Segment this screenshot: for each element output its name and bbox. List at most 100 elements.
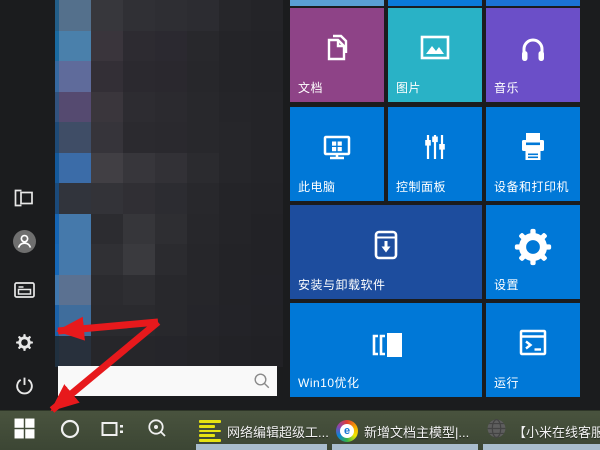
mosaic-cell (187, 305, 219, 336)
mosaic-cell (59, 274, 91, 306)
file-explorer-button[interactable] (0, 268, 48, 312)
mosaic-cell (123, 152, 155, 184)
windows-logo-icon (14, 418, 35, 444)
mosaic-cell (59, 61, 91, 92)
mosaic-cell (251, 274, 283, 306)
mosaic-cell (187, 213, 219, 245)
mosaic-cell (187, 0, 219, 31)
mosaic-cell (219, 274, 251, 306)
taskbar-active-underline (332, 444, 478, 450)
mosaic-cell (219, 152, 251, 184)
mosaic-cell (123, 244, 155, 275)
tile-music[interactable]: 音乐 (486, 8, 580, 102)
tile-documents[interactable]: 文档 (290, 8, 384, 102)
tile-partial-top[interactable] (486, 0, 580, 6)
tile-install-uninstall[interactable]: 安装与卸载软件 (290, 205, 482, 299)
expand-menu-button[interactable] (0, 176, 48, 220)
mosaic-cell (155, 305, 187, 336)
pictures-icon (388, 28, 482, 68)
cortana-circle-icon (60, 419, 80, 444)
mosaic-cell (59, 152, 91, 184)
mosaic-cell (59, 122, 91, 153)
taskbar-active-underline (483, 444, 600, 450)
tile-label: 音乐 (494, 81, 520, 95)
start-search-input[interactable] (58, 366, 277, 396)
bracket-app-icon (290, 323, 482, 367)
search-icon (253, 372, 271, 395)
mosaic-cell (123, 30, 155, 62)
gear-icon (486, 225, 580, 269)
mosaic-cell (59, 30, 91, 62)
mosaic-cell (187, 183, 219, 214)
user-account-button[interactable] (0, 219, 48, 263)
start-search-box (58, 366, 277, 396)
magnifier-icon (147, 418, 168, 444)
tile-run[interactable]: 运行 (486, 303, 580, 397)
mosaic-cell (123, 305, 155, 336)
blurred-app-list (55, 0, 283, 367)
mosaic-cell (59, 183, 91, 214)
tile-label: 图片 (396, 81, 422, 95)
power-button[interactable] (0, 363, 48, 407)
mosaic-cell (59, 91, 91, 123)
mosaic-cell (251, 152, 283, 184)
tile-control-panel[interactable]: 控制面板 (388, 107, 482, 201)
mosaic-cell (187, 274, 219, 306)
magnifier-button[interactable] (139, 411, 175, 450)
computer-icon (290, 127, 384, 167)
mosaic-cell (155, 274, 187, 306)
tile-label: 运行 (494, 376, 520, 390)
mosaic-cell (91, 61, 123, 92)
mosaic-cell (123, 91, 155, 123)
start-menu-panel: 文档 图片 音乐此电脑 控制面板 设备和打印机安装与卸载软件 设置 Win10优化 运行 (0, 0, 600, 410)
tile-settings[interactable]: 设置 (486, 205, 580, 299)
mosaic-cell (219, 30, 251, 62)
mosaic-cell (219, 305, 251, 336)
globe-icon (486, 418, 507, 444)
start-button[interactable] (4, 411, 44, 450)
mosaic-cell (155, 122, 187, 153)
mosaic-cell (219, 61, 251, 92)
mosaic-cell (123, 213, 155, 245)
mosaic-cell (219, 244, 251, 275)
tile-label: 安装与卸载软件 (298, 278, 386, 292)
settings-button[interactable] (0, 320, 48, 364)
mosaic-cell (155, 152, 187, 184)
mosaic-cell (123, 183, 155, 214)
mosaic-cell (251, 122, 283, 153)
power-icon (14, 375, 35, 396)
user-account-icon (12, 229, 36, 253)
tile-label: 此电脑 (298, 180, 336, 194)
printer-icon (486, 127, 580, 167)
sliders-icon (388, 127, 482, 167)
install-box-icon (290, 225, 482, 265)
taskbar-app-label: 新增文档主模型|... (364, 424, 470, 440)
task-view-icon (101, 420, 124, 443)
expand-menu-icon (14, 189, 34, 207)
mosaic-cell (187, 91, 219, 123)
mosaic-cell (91, 91, 123, 123)
mosaic-cell (91, 274, 123, 306)
task-view-button[interactable] (94, 411, 130, 450)
tile-partial-top[interactable] (388, 0, 482, 6)
mosaic-cell (251, 183, 283, 214)
mosaic-cell (59, 213, 91, 245)
tile-win10-optimize[interactable]: Win10优化 (290, 303, 482, 397)
mosaic-cell (123, 61, 155, 92)
mosaic-cell (59, 0, 91, 31)
terminal-icon (486, 323, 580, 363)
tile-pictures[interactable]: 图片 (388, 8, 482, 102)
mosaic-cell (91, 213, 123, 245)
mosaic-cell (59, 305, 91, 336)
mosaic-cell (91, 244, 123, 275)
mosaic-cell (251, 30, 283, 62)
mosaic-cell (59, 335, 91, 367)
mosaic-cell (155, 213, 187, 245)
mosaic-cell (219, 91, 251, 123)
file-explorer-icon (13, 281, 35, 299)
cortana-button[interactable] (52, 411, 88, 450)
tile-partial-top[interactable] (290, 0, 384, 6)
tile-devices-printers[interactable]: 设备和打印机 (486, 107, 580, 201)
tile-this-pc[interactable]: 此电脑 (290, 107, 384, 201)
taskbar-app-label: 【小米在线客服... (513, 424, 600, 440)
